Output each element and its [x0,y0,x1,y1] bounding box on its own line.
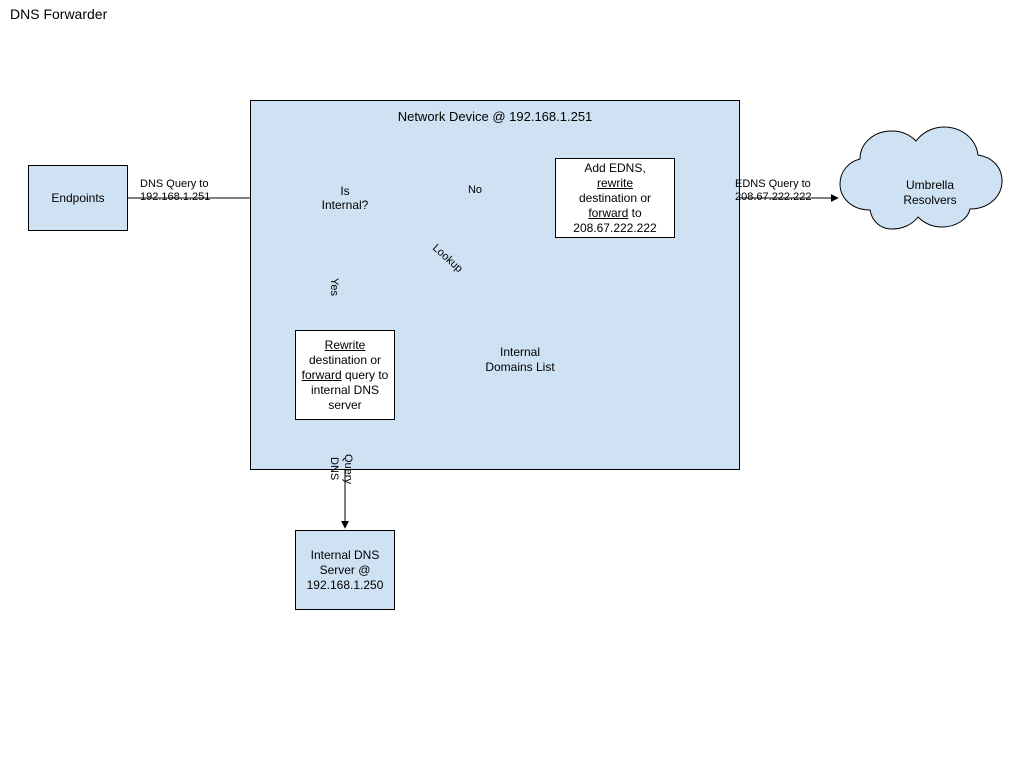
add-edns-l5: 208.67.222.222 [573,221,656,236]
rewrite-l1: Rewrite [302,338,389,353]
internal-dns-box: Internal DNS Server @ 192.168.1.250 [295,530,395,610]
add-edns-l4-wrap: forward to [573,206,656,221]
add-edns-l1: Add EDNS, [573,161,656,176]
domains-list-label: Internal Domains List [470,345,570,375]
domains-l2: Domains List [470,360,570,375]
label-dns-query-l2: 192.168.1.251 [140,191,210,204]
rewrite-l5: server [302,398,389,413]
internal-dns-l3: 192.168.1.250 [307,578,384,593]
domains-l1: Internal [470,345,570,360]
label-dns-query-down-l2: Query [341,454,354,484]
label-dns-query-l1: DNS Query to [140,178,210,191]
label-edns-l1: EDNS Query to [735,178,811,191]
add-edns-l3: destination or [573,191,656,206]
endpoints-box: Endpoints [28,165,128,231]
rewrite-l4: internal DNS [302,383,389,398]
rewrite-l3: query to [342,368,389,382]
rewrite-l2: destination or [302,353,389,368]
label-edns-l2: 208.67.222.222 [735,191,811,204]
rewrite-box: Rewrite destination or forward query to … [295,330,395,420]
add-edns-l2: rewrite [573,176,656,191]
cloud-label: Umbrella Resolvers [870,178,990,208]
add-edns-forward: forward [588,206,628,220]
label-edns-query: EDNS Query to 208.67.222.222 [735,178,811,204]
rewrite-rewrite: Rewrite [325,338,366,352]
cloud-l1: Umbrella [870,178,990,193]
cloud-l2: Resolvers [870,193,990,208]
rewrite-forward: forward [302,368,342,382]
add-edns-rewrite: rewrite [597,176,633,190]
rewrite-l3-wrap: forward query to [302,368,389,383]
diagram-canvas: DNS Forwarder Netw [0,0,1024,768]
label-dns-query-to-device: DNS Query to 192.168.1.251 [140,178,210,204]
label-yes: Yes [327,278,340,296]
internal-dns-l2: Server @ [307,563,384,578]
internal-dns-l1: Internal DNS [307,548,384,563]
label-dns-query-down-l1: DNS [327,457,340,480]
endpoints-label: Endpoints [51,191,104,206]
add-edns-l4: to [628,206,641,220]
label-no: No [455,184,495,197]
network-device-title: Network Device @ 192.168.1.251 [251,109,739,124]
add-edns-box: Add EDNS, rewrite destination or forward… [555,158,675,238]
